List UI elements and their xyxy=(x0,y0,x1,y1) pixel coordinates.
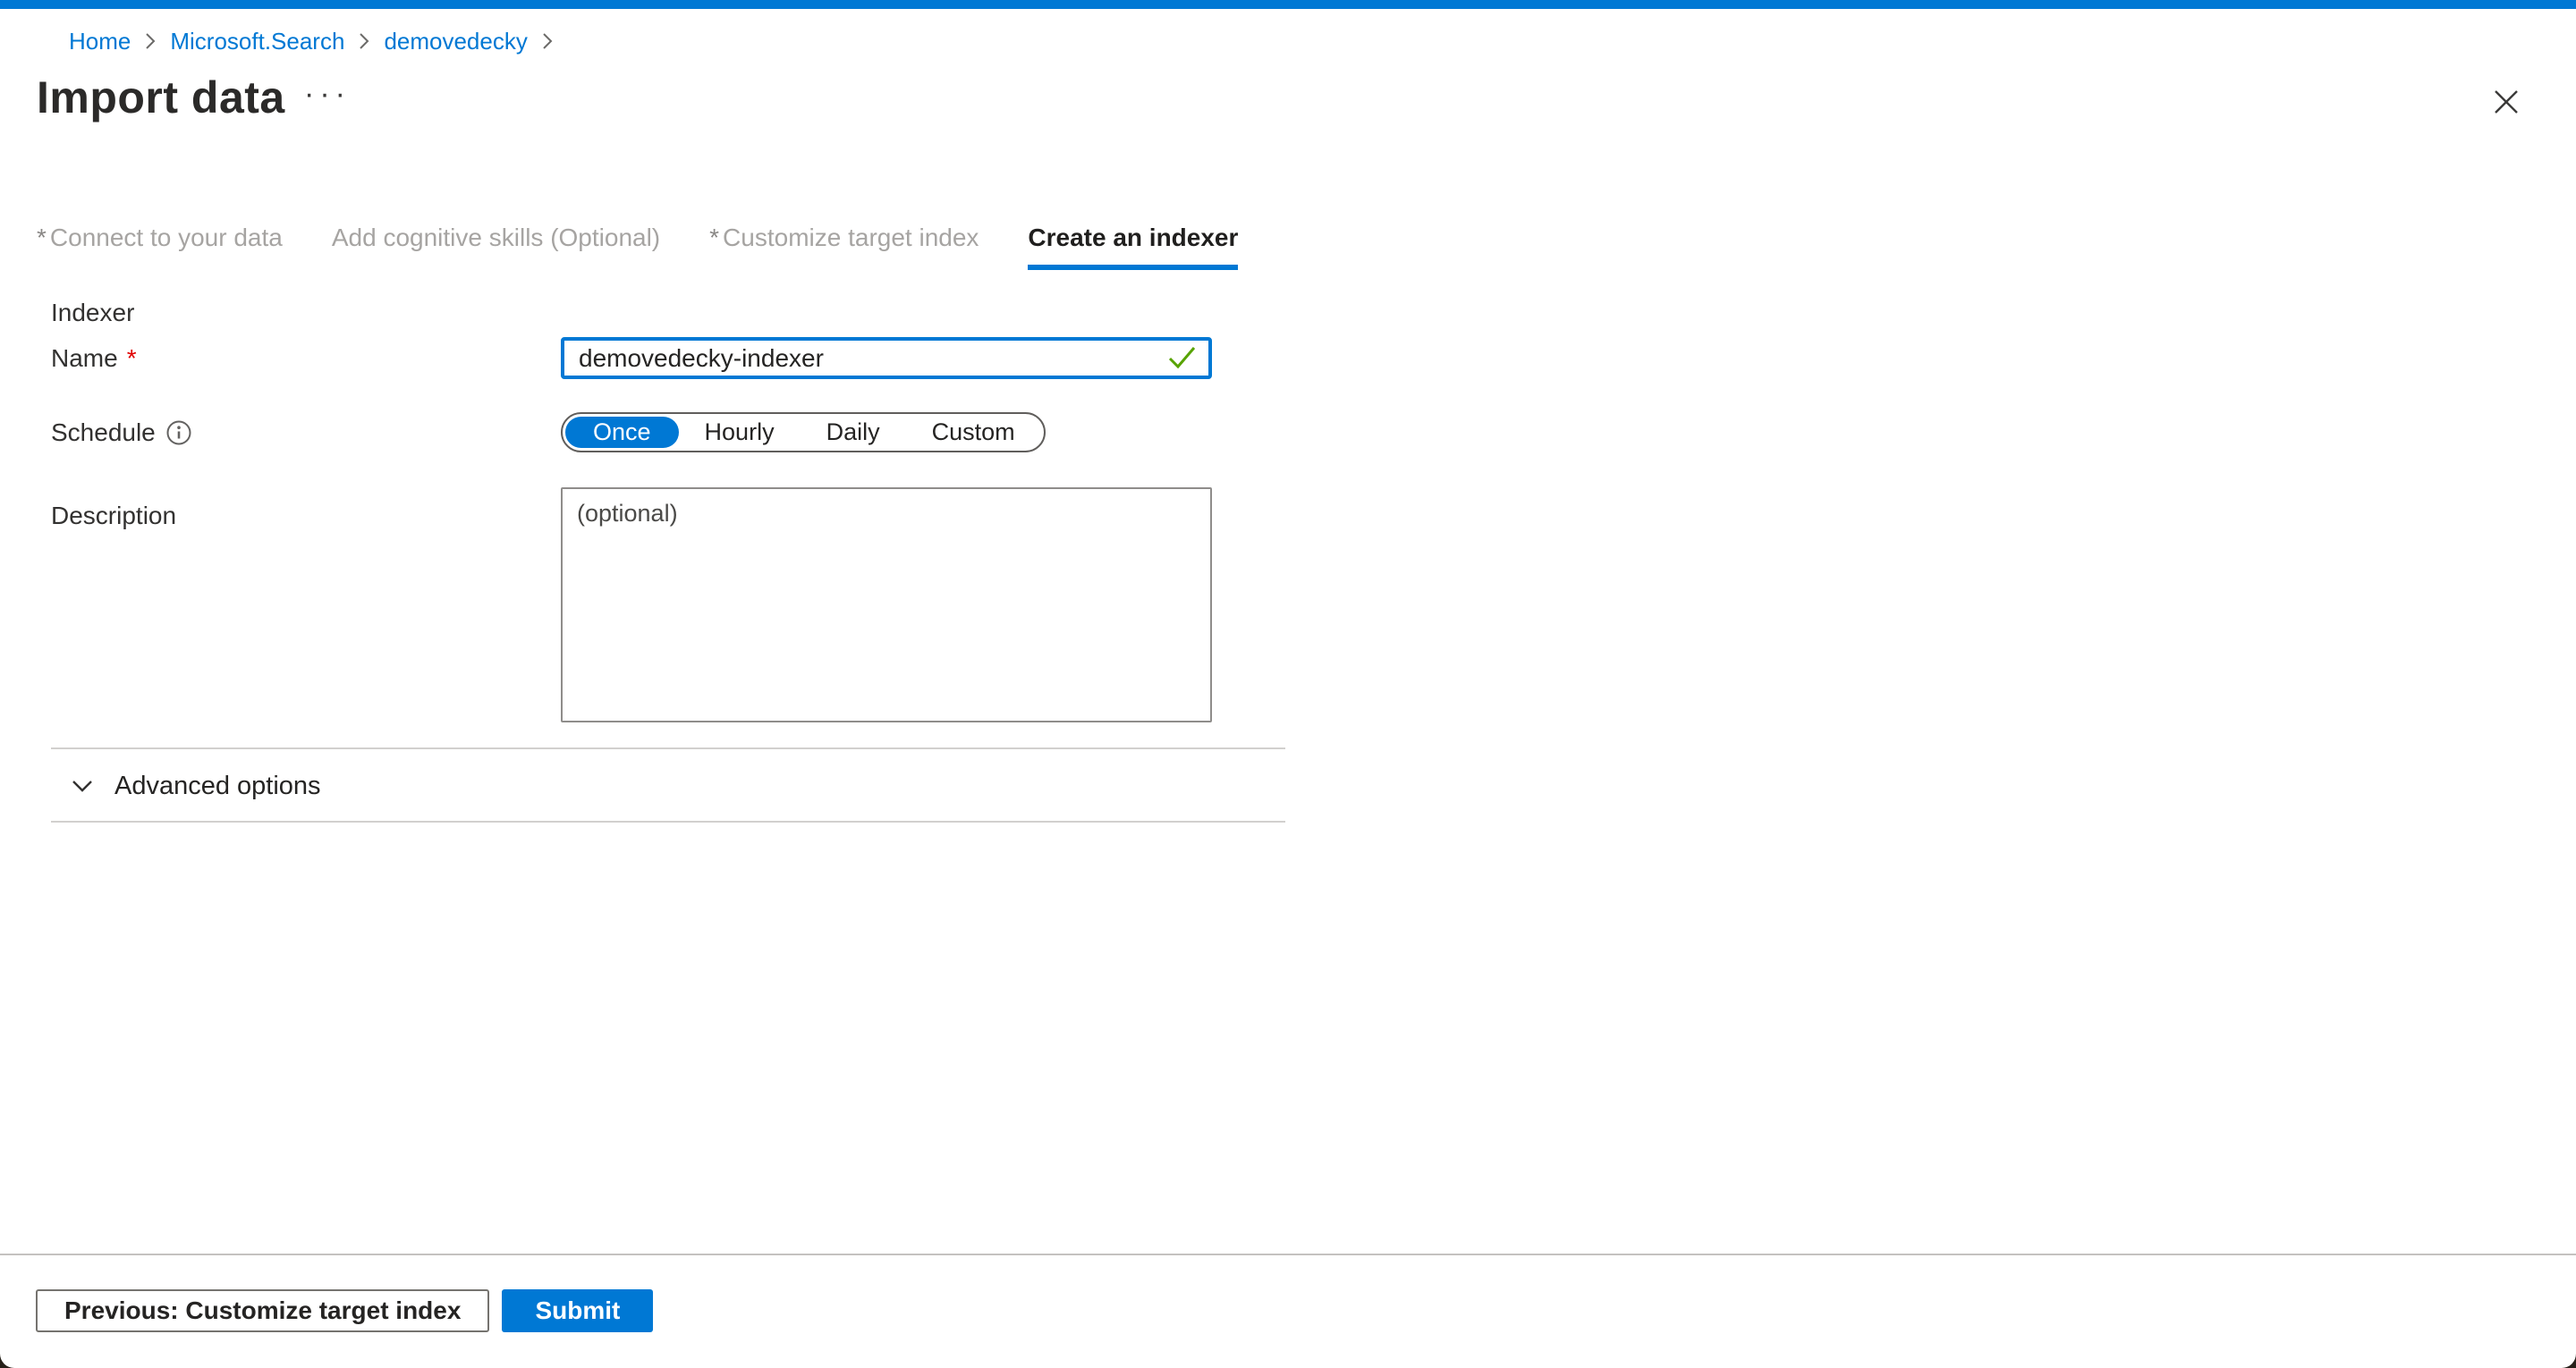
advanced-options-toggle[interactable]: Advanced options xyxy=(70,765,321,806)
previous-step-button[interactable]: Previous: Customize target index xyxy=(36,1289,489,1332)
description-field-row: Description xyxy=(51,487,1212,722)
wizard-tabs: *Connect to your data Add cognitive skil… xyxy=(37,224,1287,270)
schedule-field-row: Schedule Once Hourly Daily Custom xyxy=(51,412,1046,452)
chevron-down-icon xyxy=(70,777,95,795)
chevron-right-icon xyxy=(540,30,555,53)
footer-buttons: Previous: Customize target index Submit xyxy=(36,1289,653,1332)
required-marker: * xyxy=(127,344,137,373)
close-blade-button[interactable] xyxy=(2488,84,2524,120)
breadcrumb: Home Microsoft.Search demovedecky xyxy=(69,25,555,57)
submit-button[interactable]: Submit xyxy=(502,1289,653,1332)
import-data-blade: Home Microsoft.Search demovedecky Import… xyxy=(0,0,2576,1368)
advanced-options-label: Advanced options xyxy=(114,772,321,801)
section-title-indexer: Indexer xyxy=(51,299,134,327)
schedule-option-once[interactable]: Once xyxy=(565,417,679,448)
breadcrumb-link-home[interactable]: Home xyxy=(69,28,131,55)
schedule-field-label: Schedule xyxy=(51,418,561,447)
schedule-toggle-group: Once Hourly Daily Custom xyxy=(561,412,1046,452)
required-marker: * xyxy=(37,224,47,251)
name-field-row: Name* xyxy=(51,337,1212,379)
schedule-option-daily[interactable]: Daily xyxy=(801,417,906,448)
chevron-right-icon xyxy=(143,30,157,53)
tab-add-cognitive-skills[interactable]: Add cognitive skills (Optional) xyxy=(332,224,660,270)
breadcrumb-link-microsoft-search[interactable]: Microsoft.Search xyxy=(170,28,344,55)
breadcrumb-link-demovedecky[interactable]: demovedecky xyxy=(384,28,527,55)
description-field-label: Description xyxy=(51,487,561,530)
chevron-right-icon xyxy=(357,30,371,53)
indexer-name-input[interactable] xyxy=(561,337,1212,379)
description-textarea[interactable] xyxy=(561,487,1212,722)
schedule-option-hourly[interactable]: Hourly xyxy=(679,417,801,448)
close-icon xyxy=(2491,87,2521,117)
schedule-option-custom[interactable]: Custom xyxy=(906,417,1041,448)
valid-check-icon xyxy=(1167,344,1198,376)
page-title: Import data xyxy=(37,72,285,123)
more-options-icon[interactable]: ··· xyxy=(304,79,351,109)
name-field-label: Name* xyxy=(51,344,561,373)
divider xyxy=(51,821,1285,823)
footer-divider xyxy=(0,1254,2576,1255)
portal-accent-bar xyxy=(0,0,2576,9)
tab-customize-target-index[interactable]: *Customize target index xyxy=(709,224,979,270)
info-icon[interactable] xyxy=(165,418,193,447)
tab-connect-to-your-data[interactable]: *Connect to your data xyxy=(37,224,283,270)
divider xyxy=(51,747,1285,749)
required-marker: * xyxy=(709,224,719,251)
tab-create-an-indexer[interactable]: Create an indexer xyxy=(1028,224,1238,270)
